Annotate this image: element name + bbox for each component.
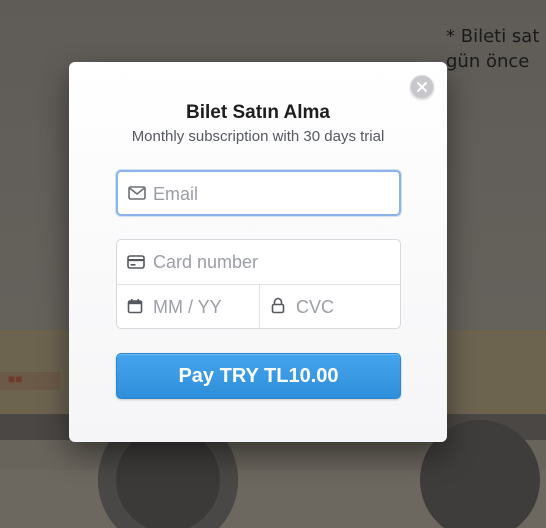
background-note-line2: gün önce <box>446 51 530 72</box>
expiry-field[interactable] <box>117 285 260 328</box>
modal-subtitle: Monthly subscription with 30 days trial <box>131 128 385 145</box>
pay-button[interactable]: Pay TRY TL10.00 <box>116 353 401 399</box>
calendar-icon <box>127 299 143 314</box>
card-details-group <box>116 239 401 329</box>
payment-modal: Bilet Satın Alma Monthly subscription wi… <box>69 62 447 442</box>
modal-title: Bilet Satın Alma <box>186 102 330 123</box>
close-button[interactable] <box>410 75 434 99</box>
background-note-line1: * Bileti sat <box>446 26 540 47</box>
card-number-field[interactable] <box>117 240 400 285</box>
expiry-input[interactable] <box>153 295 253 319</box>
background-mark: ■■ <box>8 372 23 386</box>
card-number-input[interactable] <box>153 250 388 274</box>
mail-icon <box>128 186 146 200</box>
credit-card-icon <box>127 255 145 269</box>
lock-icon <box>271 297 285 314</box>
email-input[interactable] <box>153 182 388 206</box>
close-icon <box>417 82 427 92</box>
cvc-field[interactable] <box>260 285 400 328</box>
cvc-input[interactable] <box>296 295 391 319</box>
email-field[interactable] <box>116 170 401 216</box>
